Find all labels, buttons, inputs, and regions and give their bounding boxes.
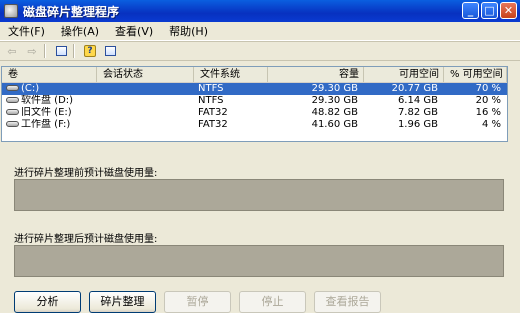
fs-cell: NTFS [198, 83, 224, 94]
session-cell [97, 83, 194, 95]
free-cell: 7.82 GB [397, 107, 438, 118]
capacity-cell: 29.30 GB [311, 95, 358, 106]
defragment-button[interactable]: 碎片整理 [89, 291, 156, 313]
toolbar: ⇦ ⇨ ? [0, 41, 520, 61]
volume-name: 软件盘 (D:) [21, 95, 74, 106]
details-icon[interactable] [102, 43, 118, 59]
pause-button[interactable]: 暂停 [164, 291, 231, 313]
analyze-button[interactable]: 分析 [14, 291, 81, 313]
back-arrow-icon[interactable]: ⇦ [4, 43, 20, 59]
title-bar[interactable]: 磁盘碎片整理程序 _ □ ✕ [0, 0, 520, 22]
pct-free-cell: 16 % [475, 107, 501, 118]
drive-icon [6, 109, 19, 115]
volume-name: (C:) [21, 83, 40, 94]
help-icon[interactable]: ? [82, 43, 98, 59]
col-free-space[interactable]: 可用空间 [364, 67, 444, 82]
volume-row[interactable]: 工作盘 (F:) FAT32 41.60 GB 1.96 GB 4 % [2, 119, 507, 131]
defrag-window: 磁盘碎片整理程序 _ □ ✕ 文件(F) 操作(A) 查看(V) 帮助(H) ⇦… [0, 0, 520, 313]
volume-cell: 软件盘 (D:) [2, 95, 97, 107]
menu-bar: 文件(F) 操作(A) 查看(V) 帮助(H) [0, 22, 520, 41]
close-button[interactable]: ✕ [500, 2, 517, 19]
after-usage-label: 进行碎片整理后预计磁盘使用量: [14, 234, 158, 245]
properties-icon[interactable] [53, 43, 69, 59]
free-cell: 1.96 GB [397, 119, 438, 130]
menu-view[interactable]: 查看(V) [107, 23, 161, 39]
drive-icon [6, 97, 19, 103]
free-cell: 6.14 GB [397, 95, 438, 106]
volume-row[interactable]: (C:) NTFS 29.30 GB 20.77 GB 70 % [2, 83, 507, 95]
col-file-system[interactable]: 文件系统 [194, 67, 268, 82]
action-buttons: 分析 碎片整理 暂停 停止 查看报告 [14, 291, 381, 313]
window-title: 磁盘碎片整理程序 [23, 4, 120, 19]
toolbar-separator [44, 44, 45, 58]
after-usage-panel [14, 245, 504, 277]
col-capacity[interactable]: 容量 [268, 67, 364, 82]
view-report-button[interactable]: 查看报告 [314, 291, 381, 313]
menu-action[interactable]: 操作(A) [53, 23, 107, 39]
pct-free-cell: 4 % [481, 119, 501, 130]
maximize-button[interactable]: □ [481, 2, 498, 19]
drive-icon [6, 121, 19, 127]
menu-file[interactable]: 文件(F) [0, 23, 53, 39]
fs-cell: FAT32 [198, 107, 228, 118]
window-controls: _ □ ✕ [462, 2, 517, 19]
volume-name: 旧文件 (E:) [21, 107, 72, 118]
session-cell [97, 107, 194, 119]
toolbar-separator [73, 44, 74, 58]
list-header: 卷 会话状态 文件系统 容量 可用空间 % 可用空间 [2, 67, 507, 83]
fs-cell: FAT32 [198, 119, 228, 130]
volume-cell: 旧文件 (E:) [2, 107, 97, 119]
stop-button[interactable]: 停止 [239, 291, 306, 313]
disk-defrag-app-icon[interactable] [4, 4, 18, 18]
session-cell [97, 95, 194, 107]
volume-list[interactable]: 卷 会话状态 文件系统 容量 可用空间 % 可用空间 (C:) NTFS 29.… [1, 66, 508, 142]
drive-icon [6, 85, 19, 91]
col-session-status[interactable]: 会话状态 [97, 67, 194, 82]
col-volume[interactable]: 卷 [2, 67, 97, 82]
volume-cell: 工作盘 (F:) [2, 119, 97, 131]
session-cell [97, 119, 194, 131]
volume-row[interactable]: 旧文件 (E:) FAT32 48.82 GB 7.82 GB 16 % [2, 107, 507, 119]
fs-cell: NTFS [198, 95, 224, 106]
before-usage-label: 进行碎片整理前预计磁盘使用量: [14, 168, 158, 179]
volume-name: 工作盘 (F:) [21, 119, 71, 130]
pct-free-cell: 20 % [475, 95, 501, 106]
free-cell: 20.77 GB [391, 83, 438, 94]
volume-cell: (C:) [2, 83, 97, 95]
capacity-cell: 48.82 GB [311, 107, 358, 118]
minimize-button[interactable]: _ [462, 2, 479, 19]
capacity-cell: 41.60 GB [311, 119, 358, 130]
capacity-cell: 29.30 GB [311, 83, 358, 94]
forward-arrow-icon[interactable]: ⇨ [24, 43, 40, 59]
col-pct-free[interactable]: % 可用空间 [444, 67, 507, 82]
pct-free-cell: 70 % [475, 83, 501, 94]
menu-help[interactable]: 帮助(H) [161, 23, 216, 39]
volume-row[interactable]: 软件盘 (D:) NTFS 29.30 GB 6.14 GB 20 % [2, 95, 507, 107]
before-usage-panel [14, 179, 504, 211]
